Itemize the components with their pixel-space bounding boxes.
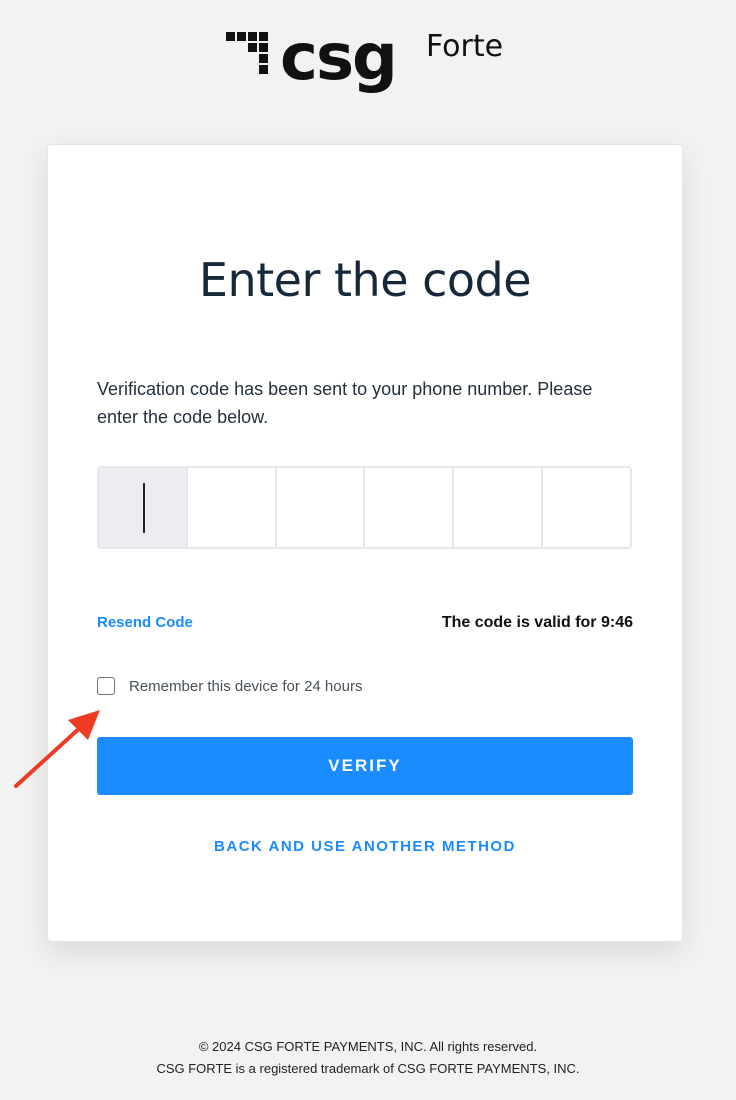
remember-device-option[interactable]: Remember this device for 24 hours [97, 677, 362, 695]
resend-code-link[interactable]: Resend Code [97, 614, 193, 631]
logo-wordmark: csg [280, 21, 398, 95]
remember-device-checkbox[interactable] [97, 677, 115, 695]
verify-button[interactable]: VERIFY [97, 737, 633, 795]
code-digit-5[interactable] [454, 468, 544, 547]
verification-card: Enter the code Verification code has bee… [47, 144, 683, 942]
instructions-text: Verification code has been sent to your … [97, 379, 593, 427]
text-caret [143, 483, 145, 533]
page-title: Enter the code [198, 253, 532, 307]
code-digit-4[interactable] [365, 468, 455, 547]
code-digit-1[interactable] [99, 468, 188, 547]
logo-pixel-mark-icon [226, 32, 268, 74]
remember-device-label: Remember this device for 24 hours [129, 677, 363, 695]
red-arrow-icon [14, 710, 100, 788]
footer-trademark: CSG FORTE is a registered trademark of C… [156, 1061, 580, 1076]
footer-copyright: © 2024 CSG FORTE PAYMENTS, INC. All righ… [198, 1039, 538, 1054]
csg-forte-logo: csg Forte [226, 21, 516, 102]
back-another-method-link[interactable]: BACK AND USE ANOTHER METHOD [48, 838, 682, 855]
code-validity-text: The code is valid for 9:46 [441, 614, 633, 631]
code-digit-6[interactable] [543, 468, 630, 547]
footer: © 2024 CSG FORTE PAYMENTS, INC. All righ… [0, 1036, 736, 1080]
code-digit-3[interactable] [276, 468, 366, 547]
code-input-group [97, 466, 632, 549]
code-digit-2[interactable] [187, 468, 277, 547]
logo-product-name: Forte [426, 29, 504, 64]
